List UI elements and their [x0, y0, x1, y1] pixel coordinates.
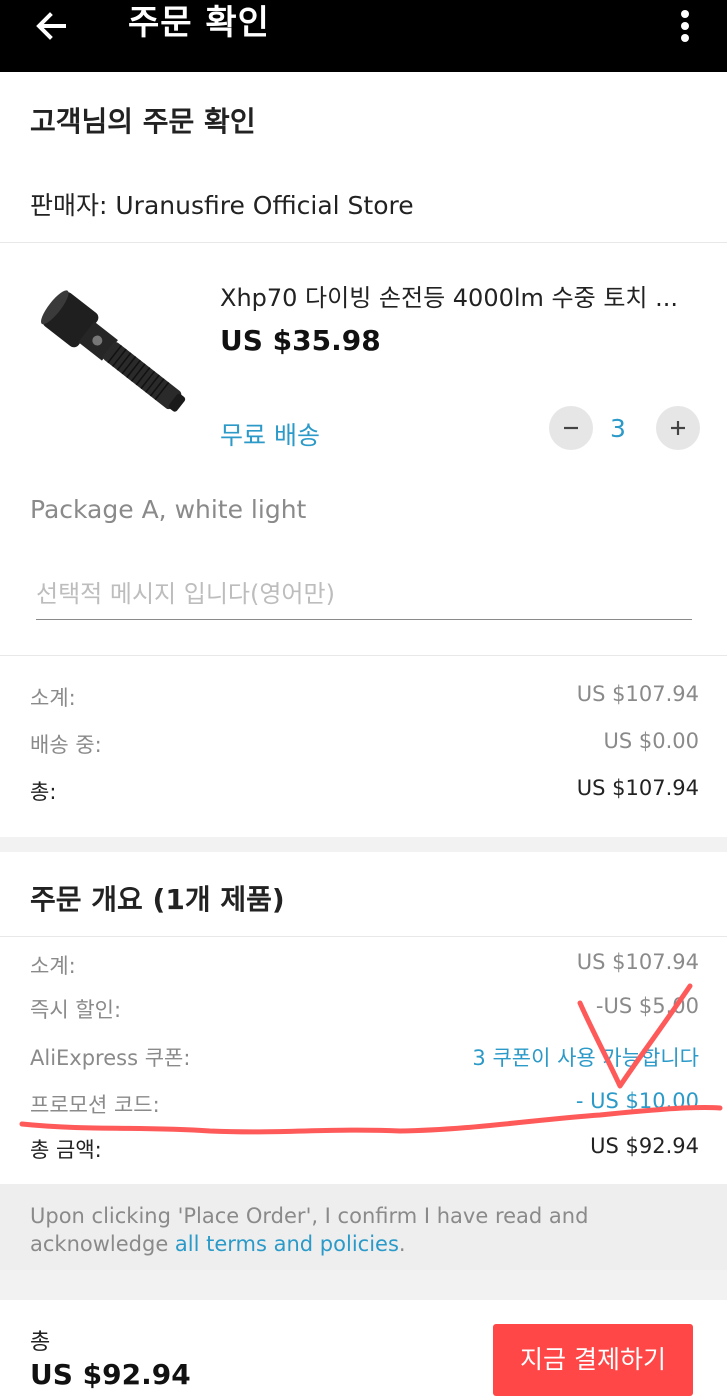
store-subtotal-label: 소계: — [30, 686, 76, 710]
promo-code-value[interactable]: - US $10.00 — [576, 1089, 699, 1113]
summary-subtotal-value: US $107.94 — [576, 950, 699, 974]
coupon-available-link[interactable]: 3 쿠폰이 사용 가능합니다 — [472, 1042, 699, 1072]
terms-notice: Upon clicking 'Place Order', I confirm I… — [0, 1184, 727, 1270]
store-total-label: 총: — [30, 780, 57, 804]
back-arrow-icon[interactable] — [30, 4, 70, 44]
instant-discount-value: -US $5.00 — [595, 994, 699, 1018]
store-shipping-value: US $0.00 — [603, 729, 700, 753]
checkout-bar: 총 US $92.94 지금 결제하기 — [0, 1300, 727, 1400]
order-items-card: 고객님의 주문 확인 판매자: Uranusfire Official Stor… — [0, 72, 727, 837]
order-summary-heading: 주문 개요 (1개 제품) — [30, 883, 285, 916]
summary-subtotal-label: 소계: — [30, 954, 76, 978]
terms-policies-link[interactable]: all terms and policies — [175, 1232, 399, 1256]
footer-total-value: US $92.94 — [30, 1358, 191, 1391]
store-subtotal-value: US $107.94 — [576, 682, 699, 706]
product-title[interactable]: Xhp70 다이빙 손전등 4000lm 수중 토치 ... — [220, 278, 678, 313]
plus-icon[interactable] — [656, 406, 700, 450]
order-confirm-page: 주문 확인 고객님의 주문 확인 판매자: Uranusfire Officia… — [0, 0, 727, 1400]
quantity-value: 3 — [610, 414, 626, 443]
terms-notice-text: Upon clicking 'Place Order', I confirm I… — [30, 1202, 700, 1258]
app-bar: 주문 확인 — [0, 0, 727, 72]
product-variant: Package A, white light — [30, 495, 307, 524]
seller-message-input[interactable] — [36, 572, 692, 620]
grand-total-label: 총 금액: — [30, 1138, 102, 1162]
product-price: US $35.98 — [220, 324, 381, 357]
coupon-label: AliExpress 쿠폰: — [30, 1046, 191, 1070]
minus-icon[interactable] — [549, 406, 593, 450]
page-title: 주문 확인 — [128, 3, 270, 43]
pay-now-button[interactable]: 지금 결제하기 — [493, 1324, 693, 1396]
store-total-value: US $107.94 — [576, 776, 699, 800]
product-image[interactable] — [30, 267, 210, 447]
footer-total-label: 총 — [30, 1330, 51, 1355]
promo-code-label: 프로모션 코드: — [30, 1093, 160, 1117]
more-vertical-icon[interactable] — [670, 6, 700, 46]
grand-total-value: US $92.94 — [590, 1134, 699, 1158]
order-summary-card: 주문 개요 (1개 제품) 소계: US $107.94 즉시 할인: -US … — [0, 852, 727, 1184]
store-shipping-label: 배송 중: — [30, 733, 102, 757]
instant-discount-label: 즉시 할인: — [30, 998, 122, 1022]
terms-notice-end: . — [398, 1232, 406, 1256]
seller-name[interactable]: 판매자: Uranusfire Official Store — [30, 186, 414, 222]
order-heading: 고객님의 주문 확인 — [30, 105, 256, 138]
shipping-option[interactable]: 무료 배송 — [220, 416, 320, 452]
